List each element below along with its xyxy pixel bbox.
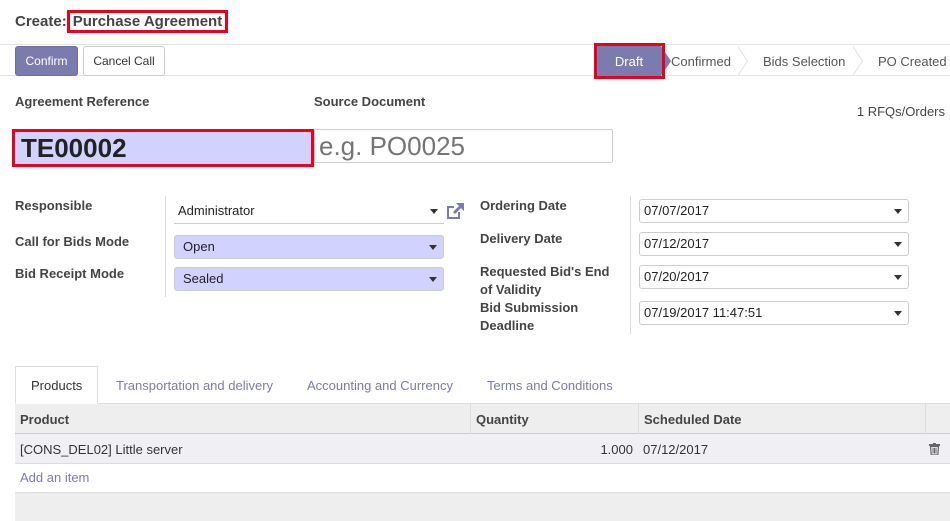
chevron-down-icon <box>894 311 902 316</box>
confirm-button[interactable]: Confirm <box>15 46 78 76</box>
chevron-down-icon <box>429 277 437 282</box>
source-document-input[interactable] <box>314 129 613 163</box>
status-draft[interactable]: Draft <box>597 46 671 76</box>
bid-receipt-label: Bid Receipt Mode <box>15 266 125 281</box>
status-confirmed[interactable]: Confirmed <box>671 46 731 76</box>
tab-products[interactable]: Products <box>15 366 99 404</box>
breadcrumb: Create: Purchase Agreement <box>15 10 229 33</box>
breadcrumb-current: Purchase Agreement <box>66 10 229 33</box>
submission-deadline-label-1: Bid Submission <box>480 300 579 315</box>
status-separator <box>852 46 863 76</box>
status-po-created[interactable]: PO Created <box>878 46 947 76</box>
ordering-date-label: Ordering Date <box>480 198 567 213</box>
trash-icon[interactable] <box>929 443 940 455</box>
requested-end-label-1: Requested Bid's End <box>480 264 610 279</box>
cancel-call-button[interactable]: Cancel Call <box>83 46 165 76</box>
cell-product[interactable]: [CONS_DEL02] Little server <box>20 434 183 464</box>
table-footer <box>15 492 950 521</box>
call-for-bids-value: Open <box>183 239 215 254</box>
external-link-icon[interactable] <box>445 202 465 220</box>
column-header-product[interactable]: Product <box>15 404 471 434</box>
cell-scheduled-date[interactable]: 07/12/2017 <box>643 434 708 464</box>
source-document-label: Source Document <box>314 94 426 109</box>
requested-end-label-2: of Validity <box>480 282 542 297</box>
field-divider <box>630 196 631 334</box>
chevron-down-icon <box>894 242 902 247</box>
chevron-down-icon <box>894 275 902 280</box>
submission-deadline-input[interactable]: 07/19/2017 11:47:51 <box>639 301 909 325</box>
responsible-value: Administrator <box>178 203 255 218</box>
delivery-date-value: 07/12/2017 <box>644 236 710 251</box>
chevron-down-icon <box>894 209 902 214</box>
ordering-date-value: 07/07/2017 <box>644 203 710 218</box>
rfq-orders-button[interactable]: 1 RFQs/Orders <box>857 104 945 119</box>
responsible-label: Responsible <box>15 198 93 213</box>
call-for-bids-select[interactable]: Open <box>174 235 444 259</box>
status-separator <box>737 46 748 76</box>
tab-terms[interactable]: Terms and Conditions <box>472 366 628 404</box>
bid-receipt-value: Sealed <box>183 271 224 286</box>
agreement-reference-input[interactable]: TE00002 <box>12 129 314 167</box>
column-header-quantity[interactable]: Quantity <box>471 404 639 434</box>
delivery-date-label: Delivery Date <box>480 231 563 246</box>
tab-transportation[interactable]: Transportation and delivery <box>101 366 288 404</box>
status-bids-selection[interactable]: Bids Selection <box>763 46 845 76</box>
requested-end-value: 07/20/2017 <box>644 269 710 284</box>
tab-accounting[interactable]: Accounting and Currency <box>292 366 468 404</box>
chevron-down-icon <box>429 245 437 250</box>
cell-quantity[interactable]: 1.000 <box>471 434 633 464</box>
submission-deadline-label-2: Deadline <box>480 318 535 333</box>
agreement-reference-label: Agreement Reference <box>15 94 150 109</box>
breadcrumb-prefix: Create: <box>15 13 67 30</box>
field-divider <box>165 196 166 297</box>
bid-receipt-select[interactable]: Sealed <box>174 267 444 291</box>
ordering-date-input[interactable]: 07/07/2017 <box>639 199 909 223</box>
requested-end-input[interactable]: 07/20/2017 <box>639 265 909 289</box>
chevron-down-icon <box>430 209 438 214</box>
delivery-date-input[interactable]: 07/12/2017 <box>639 232 909 256</box>
column-header-scheduled-date[interactable]: Scheduled Date <box>639 404 926 434</box>
submission-deadline-value: 07/19/2017 11:47:51 <box>644 305 763 320</box>
add-item-link[interactable]: Add an item <box>20 470 89 485</box>
call-for-bids-label: Call for Bids Mode <box>15 234 130 249</box>
responsible-select[interactable]: Administrator <box>174 200 444 224</box>
